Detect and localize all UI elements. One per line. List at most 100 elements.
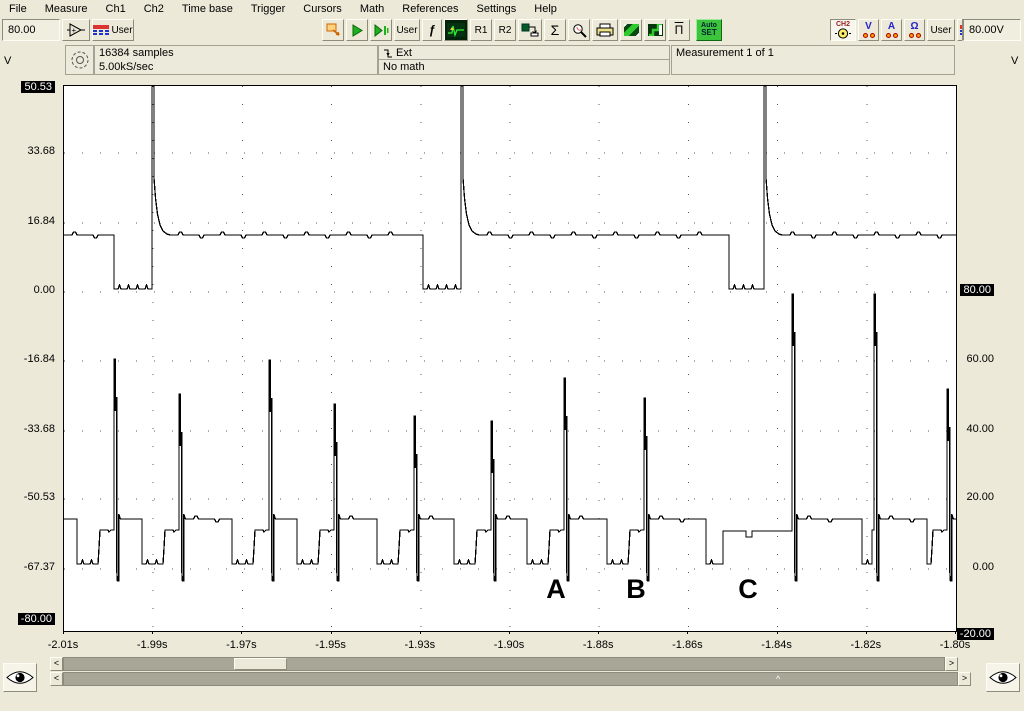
x-axis-tick (955, 631, 956, 634)
x-axis-tick-label: -1.95s (315, 639, 346, 651)
user-label: User (111, 25, 132, 36)
x-axis-tick-label: -1.80s (940, 639, 971, 651)
left-axis-tick-label: -16.84 (0, 353, 59, 365)
x-axis-tick-label: -1.82s (851, 639, 882, 651)
left-axis-tick-label: -80.00 (0, 613, 59, 625)
pulse-measure-button[interactable]: Π (668, 19, 690, 41)
user-toolbar-button[interactable]: User (394, 19, 420, 41)
ch1-colormap-user-button[interactable]: User (92, 19, 134, 41)
ohmmeter-button[interactable]: Ω (904, 19, 925, 41)
measurement-cell[interactable]: Measurement 1 of 1 (671, 45, 955, 75)
x-axis-tick (63, 631, 64, 634)
left-axis-range-badge: 50.53 (21, 81, 55, 93)
sample-count: 16384 samples (99, 46, 373, 60)
voltmeter-button[interactable]: V (858, 19, 879, 41)
x-axis-tick-label: -1.93s (405, 639, 436, 651)
function-icon: ƒ (429, 24, 436, 36)
note-pointer-icon (326, 23, 341, 37)
x-axis-tick (866, 631, 867, 634)
export-button[interactable] (518, 19, 542, 41)
main-toolbar: 80.00 + User User ƒ R1 R2 Σ Π AutoSET CH… (0, 17, 1024, 44)
ch2-meter-button[interactable]: CH2 (830, 19, 856, 41)
play-stream-icon (374, 24, 389, 37)
export-icon (521, 23, 539, 37)
source-trace-button[interactable] (444, 19, 468, 41)
reference1-button[interactable]: R1 (470, 19, 492, 41)
autodisk-indicator[interactable] (65, 45, 94, 75)
menu-math[interactable]: Math (351, 1, 393, 17)
acquisition-info-cell[interactable]: 16384 samples 5.00kS/sec (94, 45, 378, 75)
printer-icon (596, 23, 614, 37)
left-axis-tick-label: -50.53 (0, 491, 59, 503)
waveform-ch1-trace (64, 86, 956, 289)
bnc-connector-icon (835, 28, 851, 39)
x-axis-tick (687, 631, 688, 634)
ch2-label: CH2 (836, 21, 850, 28)
annotation-B: B (626, 576, 646, 603)
right-axis-tick-label: 0.00 (956, 561, 1008, 573)
left-axis-range-badge: -80.00 (18, 613, 55, 625)
trigger-function-button[interactable]: ƒ (422, 19, 442, 41)
sum-button[interactable]: Σ (544, 19, 566, 41)
pan-center-marker: ^ (776, 674, 780, 684)
right-axis-tick-label: 40.00 (956, 423, 1008, 435)
menu-settings[interactable]: Settings (468, 1, 526, 17)
pan-right-button[interactable]: > (958, 672, 971, 686)
reference2-button[interactable]: R2 (494, 19, 516, 41)
x-axis-tick (331, 631, 332, 634)
sample-rate: 5.00kS/sec (99, 60, 373, 74)
right-axis-range-badge: 80.00 (960, 284, 994, 296)
oneshot-button[interactable] (370, 19, 392, 41)
print-button[interactable] (592, 19, 618, 41)
menu-cursors[interactable]: Cursors (294, 1, 351, 17)
eye-icon (6, 669, 34, 686)
zoom-button[interactable] (568, 19, 590, 41)
hscroll-left-button[interactable]: < (50, 657, 63, 671)
pan-left-button[interactable]: < (50, 672, 63, 686)
left-eye-button[interactable] (3, 663, 37, 692)
waveform-plot-area[interactable] (63, 85, 957, 632)
hscroll-thumb[interactable] (234, 658, 287, 670)
quick-note-button[interactable] (322, 19, 344, 41)
colormap-icon (93, 25, 109, 36)
menu-bar: FileMeasureCh1Ch2Time baseTriggerCursors… (0, 0, 1024, 17)
x-axis-tick (509, 631, 510, 634)
menu-help[interactable]: Help (525, 1, 566, 17)
ammeter-button[interactable]: A (881, 19, 902, 41)
amplifier-icon: + (67, 23, 85, 37)
trigger-source-cell[interactable]: Ext (378, 45, 670, 60)
eye-icon (989, 669, 1017, 686)
right-axis-unit: V (1011, 55, 1018, 67)
left-axis-tick-label: 0.00 (0, 284, 59, 296)
menu-time-base[interactable]: Time base (173, 1, 242, 17)
menu-ch2[interactable]: Ch2 (135, 1, 173, 17)
x-axis-tick-label: -1.88s (583, 639, 614, 651)
magnifier-icon (572, 23, 587, 38)
x-axis-tick-label: -1.84s (761, 639, 792, 651)
ch1-amplifier-button[interactable]: + (62, 19, 90, 41)
gradient-display-button[interactable] (620, 19, 642, 41)
step-display-button[interactable] (644, 19, 666, 41)
sigma-icon: Σ (551, 22, 560, 38)
trace-icon (447, 23, 465, 37)
menu-ch1[interactable]: Ch1 (97, 1, 135, 17)
menu-trigger[interactable]: Trigger (242, 1, 294, 17)
user-meter-button[interactable]: User (927, 19, 955, 41)
volt-icon: V (865, 22, 872, 32)
autoset-button[interactable]: AutoSET (696, 19, 722, 41)
hscroll-track[interactable] (63, 657, 945, 671)
menu-references[interactable]: References (393, 1, 467, 17)
pan-track[interactable]: ^ (63, 672, 958, 686)
x-axis-tick (777, 631, 778, 634)
right-eye-button[interactable] (986, 663, 1020, 692)
target-icon (70, 50, 89, 70)
math-cell[interactable]: No math (378, 59, 670, 75)
annotation-A: A (546, 576, 566, 603)
hscroll-right-button[interactable]: > (945, 657, 958, 671)
trigger-source: Ext (396, 47, 412, 59)
start-measurement-button[interactable] (346, 19, 368, 41)
green-step-icon (648, 24, 663, 36)
svg-text:+: + (72, 26, 77, 35)
grid-dots (64, 86, 956, 631)
left-axis-tick-label: -67.37 (0, 561, 59, 573)
